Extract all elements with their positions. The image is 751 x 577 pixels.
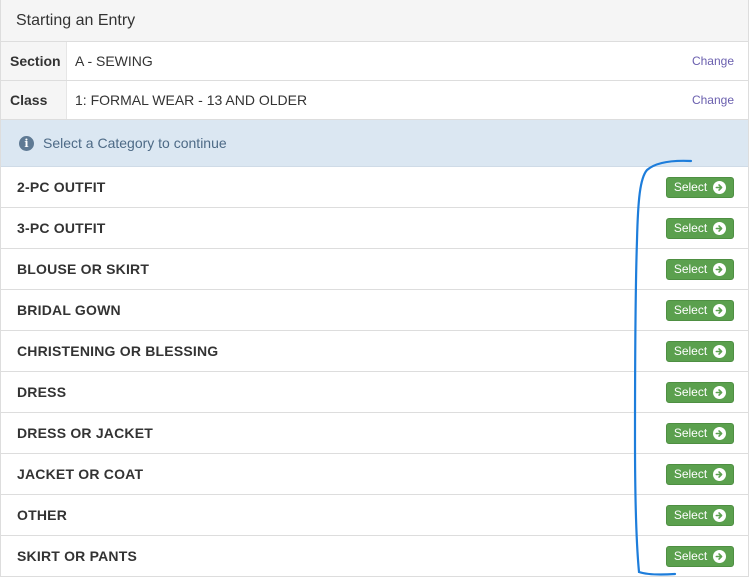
category-row: BRIDAL GOWN Select [1,290,748,331]
arrow-right-circle-icon [713,344,727,358]
class-value: 1: FORMAL WEAR - 13 AND OLDER [75,92,308,108]
category-alert: i Select a Category to continue [1,120,748,167]
section-value: A - SEWING [75,53,153,69]
category-row: DRESS Select [1,372,748,413]
select-button-label: Select [673,221,708,235]
select-button-label: Select [673,385,708,399]
category-name: BRIDAL GOWN [17,302,121,318]
select-category-button[interactable]: Select [666,381,734,403]
arrow-right-circle-icon [713,385,727,399]
select-button-label: Select [673,467,708,481]
category-row: CHRISTENING OR BLESSING Select [1,331,748,372]
select-category-button[interactable]: Select [666,504,734,526]
panel-heading: Starting an Entry [1,0,748,42]
select-button-label: Select [673,508,708,522]
category-row: 2-PC OUTFIT Select [1,167,748,208]
section-row: Section A - SEWING Change [1,42,748,81]
category-row: DRESS OR JACKET Select [1,413,748,454]
select-button-label: Select [673,426,708,440]
category-name: DRESS OR JACKET [17,425,154,441]
select-category-button[interactable]: Select [666,340,734,362]
arrow-right-circle-icon [713,221,727,235]
section-label: Section [1,42,67,80]
category-row: OTHER Select [1,495,748,536]
arrow-right-circle-icon [713,508,727,522]
category-name: 3-PC OUTFIT [17,220,106,236]
category-row: BLOUSE OR SKIRT Select [1,249,748,290]
arrow-right-circle-icon [713,303,727,317]
arrow-right-circle-icon [713,549,727,563]
select-button-label: Select [673,180,708,194]
select-category-button[interactable]: Select [666,545,734,567]
category-name: CHRISTENING OR BLESSING [17,343,219,359]
alert-text: Select a Category to continue [43,135,227,151]
select-button-label: Select [673,549,708,563]
class-label: Class [1,81,67,119]
category-name: BLOUSE OR SKIRT [17,261,150,277]
category-name: SKIRT OR PANTS [17,548,137,564]
category-name: 2-PC OUTFIT [17,179,106,195]
select-category-button[interactable]: Select [666,463,734,485]
arrow-right-circle-icon [713,180,727,194]
category-row: SKIRT OR PANTS Select [1,536,748,577]
class-row: Class 1: FORMAL WEAR - 13 AND OLDER Chan… [1,81,748,120]
select-button-label: Select [673,303,708,317]
category-list: 2-PC OUTFIT Select 3-PC OUTFIT Select BLOUSE… [1,167,748,577]
info-circle-icon: i [19,135,34,151]
category-row: 3-PC OUTFIT Select [1,208,748,249]
arrow-right-circle-icon [713,426,727,440]
select-button-label: Select [673,344,708,358]
change-section-link[interactable]: Change [692,54,734,68]
category-row: JACKET OR COAT Select [1,454,748,495]
entry-panel: Starting an Entry Section A - SEWING Cha… [0,0,749,577]
category-name: DRESS [17,384,67,400]
category-name: JACKET OR COAT [17,466,144,482]
select-button-label: Select [673,262,708,276]
select-category-button[interactable]: Select [666,258,734,280]
select-category-button[interactable]: Select [666,422,734,444]
category-name: OTHER [17,507,67,523]
arrow-right-circle-icon [713,467,727,481]
change-class-link[interactable]: Change [692,93,734,107]
select-category-button[interactable]: Select [666,217,734,239]
arrow-right-circle-icon [713,262,727,276]
select-category-button[interactable]: Select [666,176,734,198]
page-title: Starting an Entry [16,11,136,29]
select-category-button[interactable]: Select [666,299,734,321]
